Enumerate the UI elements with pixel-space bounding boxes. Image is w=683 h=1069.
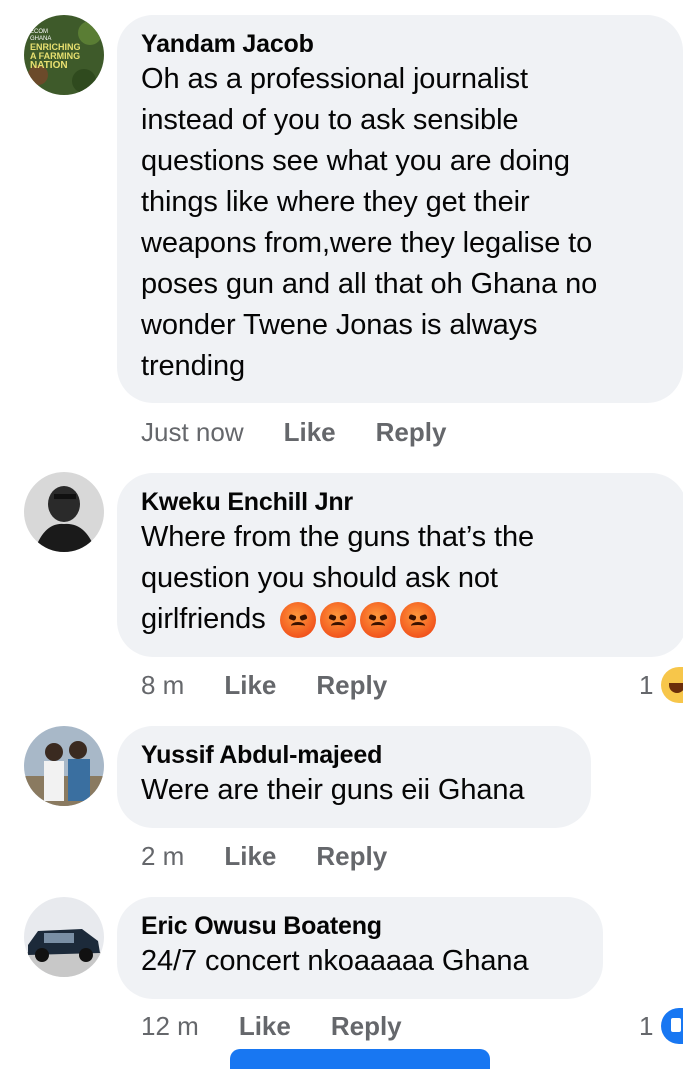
angry-face-icon [359, 602, 396, 639]
reaction-summary[interactable]: 1 [639, 667, 683, 703]
like-button[interactable]: Like [224, 841, 276, 872]
comment-timestamp[interactable]: 2 m [141, 841, 184, 872]
comment-bubble[interactable]: Yussif Abdul-majeed Were are their guns … [117, 726, 591, 828]
comment-composer-button[interactable] [230, 1049, 490, 1069]
comment-text-line: poses gun and all that oh Ghana no [141, 268, 598, 300]
comment-actions: 8 m Like Reply [141, 667, 427, 703]
avatar[interactable] [24, 897, 104, 977]
comment-text-line: Oh as a professional journalist [141, 63, 528, 95]
comment-text-fragment: girlfriends [141, 603, 266, 635]
avatar[interactable]: ECOM GHANA ENRICHING A FARMING NATION [24, 15, 104, 95]
avatar[interactable] [24, 726, 104, 806]
haha-icon [661, 667, 683, 703]
comment-text-line: things like where they get their [141, 186, 530, 218]
reply-button[interactable]: Reply [316, 841, 387, 872]
comment-text-line: 24/7 concert nkoaaaaa Ghana [141, 945, 529, 977]
reply-button[interactable]: Reply [316, 670, 387, 701]
comment-bubble[interactable]: Kweku Enchill Jnr Where from the guns th… [117, 473, 683, 657]
comment-text-line: wonder Twene Jonas is always [141, 309, 538, 341]
comment-timestamp[interactable]: Just now [141, 417, 244, 448]
comment-author[interactable]: Eric Owusu Boateng [141, 911, 579, 941]
profile-photo-icon [24, 726, 104, 806]
comment-author[interactable]: Yussif Abdul-majeed [141, 740, 567, 770]
angry-face-icon [319, 602, 356, 639]
comment-text-line: Where from the guns that’s the [141, 521, 535, 553]
comment-timestamp[interactable]: 8 m [141, 670, 184, 701]
comment-bubble[interactable]: Eric Owusu Boateng 24/7 concert nkoaaaaa… [117, 897, 603, 999]
profile-photo-icon [24, 897, 104, 977]
profile-photo-icon [24, 472, 104, 552]
comment-text-line: trending [141, 350, 245, 382]
like-button[interactable]: Like [239, 1011, 291, 1042]
avatar[interactable] [24, 472, 104, 552]
comment-text-line: questions see what you are doing [141, 145, 570, 177]
reaction-count: 1 [639, 669, 654, 700]
comment-text-line: Were are their guns eii Ghana [141, 774, 525, 806]
comment-author[interactable]: Yandam Jacob [141, 29, 659, 59]
avatar-logo-text: ECOM GHANA ENRICHING A FARMING NATION [30, 29, 81, 71]
comment-timestamp[interactable]: 12 m [141, 1011, 199, 1042]
comment-text-line: girlfriends [141, 599, 663, 640]
comment-actions: Just now Like Reply [141, 414, 486, 450]
comment-text-line: question you should ask not [141, 562, 498, 594]
angry-face-icon [279, 602, 316, 639]
like-icon [661, 1008, 683, 1044]
comment-text-line: weapons from,were they legalise to [141, 227, 593, 259]
comment-author[interactable]: Kweku Enchill Jnr [141, 487, 663, 517]
reaction-summary[interactable]: 1 [639, 1008, 683, 1044]
like-button[interactable]: Like [224, 670, 276, 701]
reply-button[interactable]: Reply [331, 1011, 402, 1042]
comment-bubble[interactable]: Yandam Jacob Oh as a professional journa… [117, 15, 683, 403]
comment-actions: 12 m Like Reply [141, 1008, 442, 1044]
reply-button[interactable]: Reply [376, 417, 447, 448]
reaction-count: 1 [639, 1010, 654, 1041]
angry-face-icon [399, 602, 436, 639]
like-button[interactable]: Like [284, 417, 336, 448]
comment-text-line: instead of you to ask sensible [141, 104, 519, 136]
comment-actions: 2 m Like Reply [141, 838, 427, 874]
